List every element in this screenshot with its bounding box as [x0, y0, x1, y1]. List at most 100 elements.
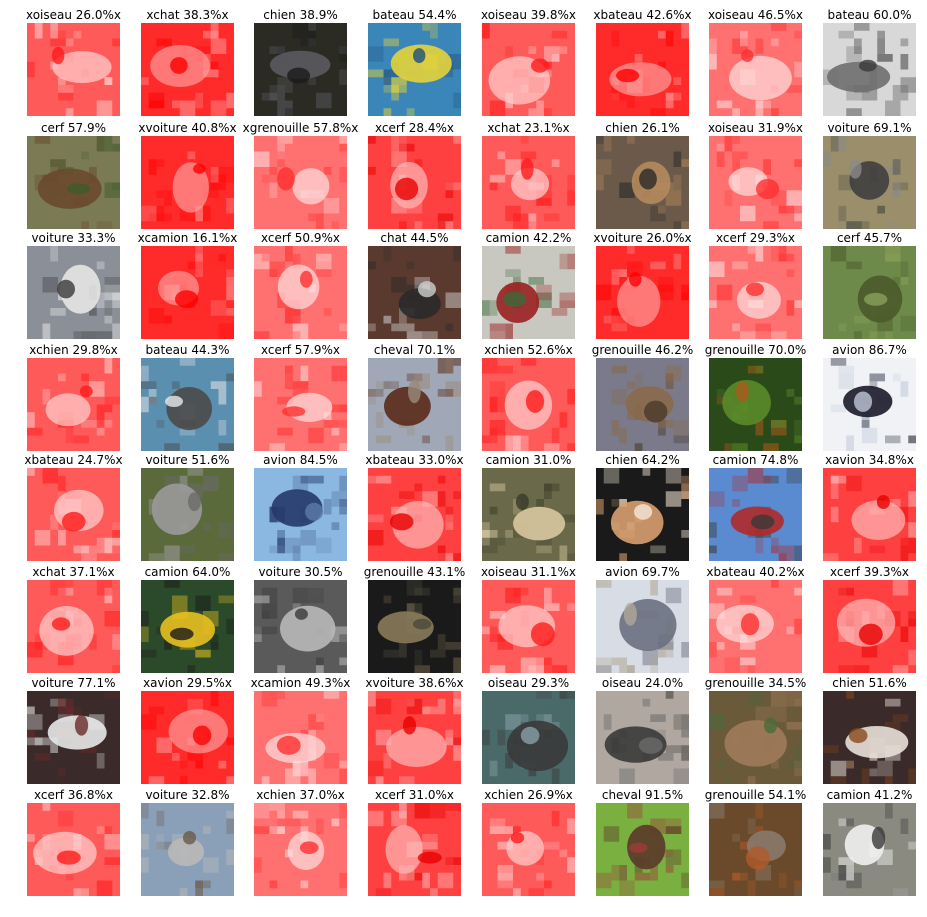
image-thumbnail	[823, 23, 916, 116]
photo-image	[596, 358, 689, 451]
misclassified-image-thumbnail	[254, 358, 347, 451]
image-thumbnail	[709, 468, 802, 561]
misclassified-image-thumbnail	[482, 23, 575, 116]
photo-image	[596, 691, 689, 784]
red-heatmap-image	[254, 246, 347, 339]
misclassified-image-thumbnail	[254, 246, 347, 339]
grid-cell: grenouille 54.1%	[699, 783, 812, 896]
image-thumbnail	[596, 358, 689, 451]
image-thumbnail	[823, 136, 916, 229]
grid-cell: chien 26.1%	[586, 116, 699, 229]
image-thumbnail	[709, 358, 802, 451]
photo-image	[596, 803, 689, 896]
red-heatmap-image	[596, 23, 689, 116]
grid-cell: xbateau 24.7%x	[17, 448, 130, 561]
photo-image	[709, 358, 802, 451]
photo-image	[141, 468, 234, 561]
image-thumbnail	[596, 580, 689, 673]
grid-cell: xvoiture 38.6%x	[358, 671, 471, 784]
red-heatmap-image	[368, 803, 461, 896]
photo-image	[27, 246, 120, 339]
red-heatmap-image	[141, 246, 234, 339]
red-heatmap-image	[27, 468, 120, 561]
photo-image	[596, 468, 689, 561]
grid-cell: oiseau 29.3%	[472, 671, 585, 784]
grid-cell: chien 38.9%	[244, 3, 357, 116]
grid-cell: xcerf 50.9%x	[244, 226, 357, 339]
prediction-caption: xavion 34.8%x	[825, 453, 914, 467]
photo-image	[823, 23, 916, 116]
prediction-caption: camion 41.2%	[826, 788, 913, 802]
image-thumbnail	[482, 246, 575, 339]
photo-image	[482, 246, 575, 339]
image-thumbnail	[596, 136, 689, 229]
photo-image	[823, 136, 916, 229]
photo-image	[823, 803, 916, 896]
red-heatmap-image	[709, 23, 802, 116]
image-thumbnail	[823, 803, 916, 896]
photo-image	[368, 23, 461, 116]
red-heatmap-image	[141, 23, 234, 116]
image-thumbnail	[141, 468, 234, 561]
red-heatmap-image	[482, 358, 575, 451]
image-thumbnail	[709, 691, 802, 784]
misclassified-image-thumbnail	[823, 580, 916, 673]
photo-image	[823, 246, 916, 339]
image-thumbnail	[596, 691, 689, 784]
image-thumbnail	[368, 246, 461, 339]
grid-cell: xcamion 49.3%x	[244, 671, 357, 784]
prediction-caption: avion 86.7%	[832, 343, 907, 357]
grid-cell: grenouille 46.2%	[586, 338, 699, 451]
red-heatmap-image	[709, 136, 802, 229]
grid-cell: xoiseau 31.9%x	[699, 116, 812, 229]
grid-cell: xchat 37.1%x	[17, 560, 130, 673]
grid-cell: xbateau 40.2%x	[699, 560, 812, 673]
red-heatmap-image	[368, 691, 461, 784]
photo-image	[709, 468, 802, 561]
misclassified-image-thumbnail	[141, 23, 234, 116]
grid-cell: cheval 70.1%	[358, 338, 471, 451]
grid-cell: xchien 29.8%x	[17, 338, 130, 451]
grid-cell: voiture 30.5%	[244, 560, 357, 673]
grid-cell: voiture 69.1%	[813, 116, 926, 229]
misclassified-image-thumbnail	[141, 691, 234, 784]
misclassified-image-thumbnail	[27, 23, 120, 116]
misclassified-image-thumbnail	[596, 246, 689, 339]
misclassified-image-thumbnail	[709, 246, 802, 339]
grid-cell: xcerf 31.0%x	[358, 783, 471, 896]
grid-cell: camion 64.0%	[131, 560, 244, 673]
image-thumbnail	[823, 358, 916, 451]
misclassified-image-thumbnail	[709, 136, 802, 229]
red-heatmap-image	[254, 136, 347, 229]
image-thumbnail	[141, 358, 234, 451]
red-heatmap-image	[254, 358, 347, 451]
grid-cell: chien 51.6%	[813, 671, 926, 784]
photo-image	[823, 691, 916, 784]
prediction-caption: chien 51.6%	[832, 676, 907, 690]
red-heatmap-image	[482, 803, 575, 896]
red-heatmap-image	[482, 580, 575, 673]
grid-cell: chat 44.5%	[358, 226, 471, 339]
grid-cell: xbateau 42.6%x	[586, 3, 699, 116]
photo-image	[141, 358, 234, 451]
red-heatmap-image	[27, 358, 120, 451]
red-heatmap-image	[27, 23, 120, 116]
photo-image	[709, 691, 802, 784]
grid-cell: xchien 37.0%x	[244, 783, 357, 896]
photo-image	[368, 246, 461, 339]
misclassified-image-thumbnail	[482, 803, 575, 896]
grid-cell: bateau 44.3%	[131, 338, 244, 451]
misclassified-image-thumbnail	[254, 691, 347, 784]
grid-cell: voiture 51.6%	[131, 448, 244, 561]
misclassified-image-thumbnail	[254, 136, 347, 229]
photo-image	[141, 803, 234, 896]
grid-cell: camion 41.2%	[813, 783, 926, 896]
grid-cell: grenouille 43.1%	[358, 560, 471, 673]
misclassified-image-thumbnail	[482, 580, 575, 673]
image-thumbnail	[823, 691, 916, 784]
red-heatmap-image	[141, 691, 234, 784]
misclassified-image-thumbnail	[823, 468, 916, 561]
image-thumbnail	[27, 691, 120, 784]
grid-cell: grenouille 70.0%	[699, 338, 812, 451]
misclassified-image-thumbnail	[482, 136, 575, 229]
